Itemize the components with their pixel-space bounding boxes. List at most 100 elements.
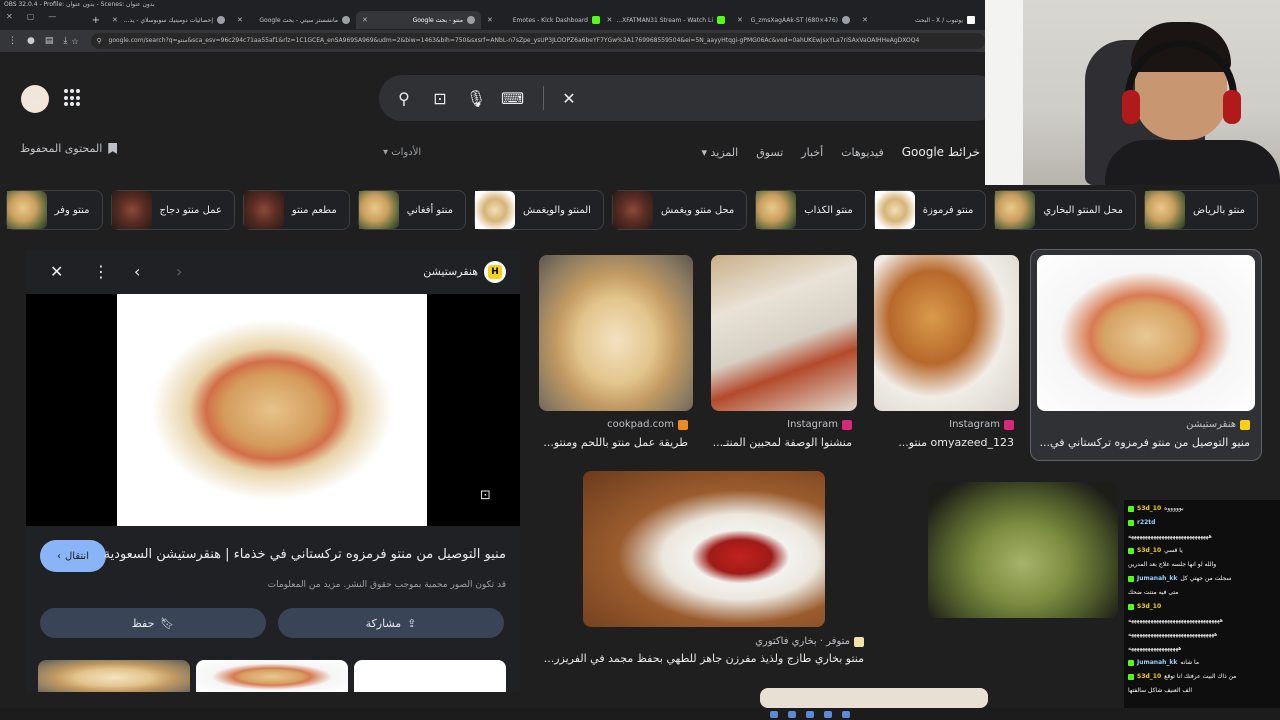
result-title[interactable]: منيو التوصيل من منتو فرمزوه تركستاني في.… [1030, 436, 1250, 449]
avatar-face-icon: ☺ [27, 91, 43, 107]
browser-tab-active[interactable]: منتو - بحث Google ✕ [356, 11, 481, 29]
app-icon[interactable] [842, 711, 850, 718]
chevron-right-icon[interactable]: › [176, 262, 182, 281]
search-chip[interactable]: منتو بالرياض [1143, 190, 1258, 230]
app-icon[interactable] [824, 711, 832, 718]
lens-icon[interactable]: ⊡ [429, 89, 451, 108]
app-icon[interactable] [788, 711, 796, 718]
close-tab-icon[interactable]: ✕ [112, 16, 118, 24]
result-title[interactable]: منشنوا الوصفة لمحبين المنتـ... [706, 436, 852, 449]
result-title[interactable]: omyazeed_123 منتو... [869, 436, 1014, 449]
chevron-down-icon: ▾ [383, 147, 389, 158]
chat-text: الف العنيف شاكل سالفتها [1128, 687, 1193, 694]
chat-user: Jumanah_kk [1137, 659, 1178, 666]
chip-thumbnail [243, 191, 284, 229]
tab-videos[interactable]: فيديوهات [841, 146, 884, 159]
close-tab-icon[interactable]: ✕ [737, 16, 743, 24]
related-image[interactable] [354, 660, 506, 692]
site-name[interactable]: هنقرستيشن [423, 265, 478, 278]
new-tab-icon[interactable]: + [86, 15, 106, 26]
chip-thumbnail [612, 191, 653, 229]
visit-button[interactable]: ‹ انتقال [40, 540, 106, 572]
browser-tab[interactable]: XFATMAN31 Stream - Watch Li... ✕ [606, 11, 731, 29]
app-icon[interactable] [770, 711, 778, 718]
tab-google-maps[interactable]: خرائط Google [902, 145, 980, 159]
search-chip[interactable]: محل المنتو البخاري [994, 190, 1136, 230]
close-tab-icon[interactable]: ✕ [362, 16, 368, 24]
result-image[interactable] [583, 471, 825, 627]
url-field[interactable]: ⚲ google.com/search?q=منتو&sca_esv=96c29… [90, 33, 985, 49]
saved-content-link[interactable]: المحتوى المحفوظ [20, 142, 118, 155]
preview-image[interactable] [117, 294, 427, 526]
browser-tab[interactable]: G_zmsXagAAk-ST (680×476) ✕ [731, 11, 856, 29]
streamer-shirt [1105, 140, 1280, 185]
search-chip[interactable]: منتو وفر [5, 190, 103, 230]
search-chip[interactable]: منتو فرموزة [873, 190, 987, 230]
profile-icon[interactable]: ● [27, 36, 35, 46]
site-info-icon[interactable]: ⚲ [97, 33, 102, 49]
result-image[interactable] [760, 688, 988, 708]
tab-shopping[interactable]: تسوق [756, 146, 783, 159]
tab-label: مانشستر سيتي - بحث Google [259, 16, 338, 24]
browser-tab[interactable]: إحصائيات دومينيك سوبوسلاي - يد... ✕ [106, 11, 231, 29]
chat-badge-icon [1128, 674, 1134, 680]
tab-news[interactable]: أخبار [801, 146, 823, 159]
close-icon[interactable]: ✕ [50, 262, 63, 281]
copyright-notice[interactable]: قد تكون الصور محمية بموجب حقوق النشر. مز… [268, 580, 506, 590]
close-window-icon[interactable]: ✕ [6, 12, 13, 21]
result-source: هنقرستيشن [1186, 419, 1250, 430]
headset-earcup [1122, 90, 1140, 124]
microphone-icon[interactable]: 🎙︎ [465, 89, 487, 108]
menu-icon[interactable]: ⋮ [8, 36, 17, 46]
chat-badge-icon [1128, 548, 1134, 554]
keyboard-icon[interactable]: ⌨ [501, 89, 524, 108]
extensions-icon[interactable]: ▤ [45, 36, 54, 46]
chip-label: منتو وفر [54, 204, 90, 216]
app-icon[interactable] [806, 711, 814, 718]
related-search-chips: منتو بالرياض محل المنتو البخاري منتو فرم… [0, 190, 1280, 232]
search-chip[interactable]: منتو الكذاب [755, 190, 866, 230]
more-options-icon[interactable]: ⋮ [93, 262, 109, 281]
browser-tab[interactable]: يوتيوب / X - البحث ✕ [856, 11, 981, 29]
search-chip[interactable]: محل منتو ويغمش [611, 190, 748, 230]
restore-window-icon[interactable]: ▢ [27, 12, 35, 21]
tools-button[interactable]: ▾ الأدوات [383, 147, 421, 158]
tab-label: Emotes - Kick Dashboard [512, 16, 588, 24]
result-image[interactable] [539, 255, 693, 411]
chat-badge-icon [1128, 576, 1134, 582]
related-image[interactable] [196, 660, 348, 692]
result-image[interactable] [874, 255, 1019, 411]
search-chip[interactable]: مطعم منتو [242, 190, 350, 230]
close-tab-icon[interactable]: ✕ [487, 16, 493, 24]
result-image[interactable] [928, 482, 1118, 618]
search-chip[interactable]: عمل منتو دجاج [110, 190, 235, 230]
result-title[interactable]: منتو بخاري طازج ولذيذ مفرزن جاهز للطهي ب… [534, 652, 864, 665]
tab-more[interactable]: المزيد ▾ [702, 146, 739, 159]
share-button[interactable]: ⇪ مشاركة [278, 608, 504, 638]
close-tab-icon[interactable]: ✕ [237, 16, 243, 24]
search-icon[interactable]: ⚲ [393, 89, 415, 108]
browser-tab[interactable]: مانشستر سيتي - بحث Google ✕ [231, 11, 356, 29]
lens-search-icon[interactable]: ⊡ [480, 488, 498, 506]
chat-message: S3d_10 بوووووه [1128, 502, 1276, 516]
close-tab-icon[interactable]: ✕ [862, 16, 868, 24]
result-image[interactable] [1037, 255, 1255, 411]
minimize-window-icon[interactable]: — [48, 12, 56, 21]
chevron-left-icon: ‹ [57, 550, 62, 562]
browser-tab[interactable]: Emotes - Kick Dashboard ✕ [481, 11, 606, 29]
related-image[interactable] [38, 660, 190, 692]
search-chip[interactable]: منتو أفغاني [357, 190, 466, 230]
result-image[interactable] [711, 255, 857, 411]
clear-search-icon[interactable]: ✕ [558, 89, 580, 108]
google-apps-icon[interactable] [64, 89, 82, 107]
save-button[interactable]: 🔖︎ حفظ [40, 608, 266, 638]
search-chip[interactable]: المنتو والويغمش [473, 190, 604, 230]
close-tab-icon[interactable]: ✕ [606, 16, 612, 24]
chat-message: S3d_10 يا قسي [1128, 544, 1276, 558]
result-title[interactable]: طريقة عمل منتو باللحم ومنتو... [534, 436, 688, 449]
bookmark-star-icon[interactable]: ☆ [67, 37, 82, 46]
account-avatar[interactable]: ☺ [21, 85, 49, 113]
chevron-left-icon[interactable]: ‹ [134, 262, 140, 281]
preview-title[interactable]: منيو التوصيل من منتو فرمزوه تركستاني في … [104, 547, 506, 562]
search-box[interactable]: ⚲ ⊡ 🎙︎ ⌨ ✕ [379, 75, 999, 121]
